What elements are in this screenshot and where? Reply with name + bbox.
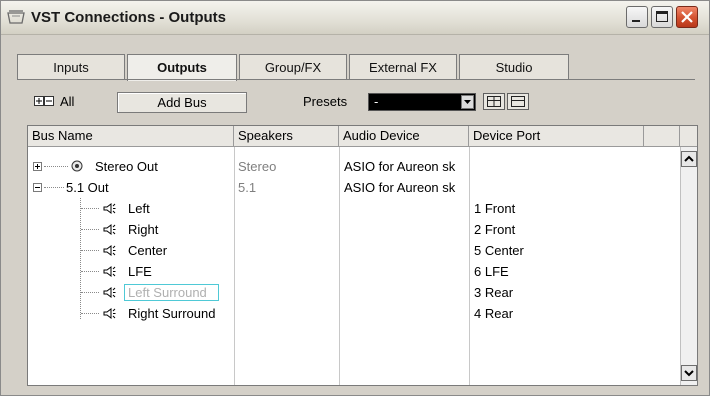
close-button[interactable]: [676, 6, 698, 28]
speaker-icon: [103, 308, 116, 319]
table-row[interactable]: Stereo Out Stereo ASIO for Aureon sk: [28, 156, 678, 177]
add-bus-button[interactable]: Add Bus: [117, 92, 247, 113]
title-bar[interactable]: VST Connections - Outputs: [1, 1, 709, 35]
speaker-icon: [103, 203, 116, 214]
device-port-value[interactable]: 3 Rear: [474, 282, 644, 303]
tab-bar: Inputs Outputs Group/FX External FX Stud…: [17, 54, 587, 81]
maximize-button[interactable]: [651, 6, 673, 28]
column-header-device-port[interactable]: Device Port: [469, 126, 644, 147]
store-preset-icon: [487, 96, 501, 107]
device-port-value[interactable]: 4 Rear: [474, 303, 644, 324]
globe-bus-icon: [71, 160, 83, 172]
tree-connector: [44, 166, 68, 167]
table-row-selected[interactable]: Left Surround 3 Rear: [28, 282, 678, 303]
arrow-up-icon[interactable]: [681, 151, 697, 167]
tree-connector: [44, 187, 64, 188]
collapse-icon[interactable]: [33, 183, 42, 192]
table-row[interactable]: Right 2 Front: [28, 219, 678, 240]
channel-name: Right: [128, 222, 159, 237]
tree-connector: [81, 292, 99, 293]
tab-group-fx[interactable]: Group/FX: [239, 54, 347, 80]
tree-connector: [81, 208, 99, 209]
device-port-value[interactable]: 6 LFE: [474, 261, 644, 282]
channel-name: Center: [128, 243, 168, 258]
speaker-icon: [103, 245, 116, 256]
channel-name: Right Surround: [128, 306, 216, 321]
presets-value: -: [374, 95, 379, 109]
channel-name: Left: [128, 201, 150, 216]
table-header: Bus Name Speakers Audio Device Device Po…: [28, 126, 697, 147]
device-port-value[interactable]: 5 Center: [474, 240, 644, 261]
vertical-scrollbar[interactable]: [680, 147, 697, 385]
speaker-window-icon: [7, 10, 25, 24]
device-port-value[interactable]: [474, 156, 644, 177]
table-row[interactable]: Left 1 Front: [28, 198, 678, 219]
device-port-value[interactable]: 1 Front: [474, 198, 644, 219]
store-preset-button[interactable]: [483, 93, 505, 110]
vst-connections-window: VST Connections - Outputs Inputs Outputs…: [0, 0, 710, 396]
presets-dropdown[interactable]: -: [368, 93, 476, 111]
column-header-bus-name[interactable]: Bus Name: [28, 126, 234, 147]
table-row[interactable]: Right Surround 4 Rear: [28, 303, 678, 324]
speakers-value: 5.1: [238, 180, 257, 195]
column-header-spare: [644, 126, 680, 147]
channel-name: LFE: [128, 264, 152, 279]
chevron-down-icon[interactable]: [461, 95, 474, 109]
tab-studio[interactable]: Studio: [459, 54, 569, 80]
remove-preset-icon: [511, 96, 525, 107]
table-row[interactable]: Center 5 Center: [28, 240, 678, 261]
speakers-value: Stereo: [238, 159, 277, 174]
speaker-icon: [103, 224, 116, 235]
channel-name[interactable]: Left Surround: [128, 282, 218, 303]
audio-device-value[interactable]: ASIO for Aureon sk: [344, 177, 469, 198]
device-port-value[interactable]: 2 Front: [474, 219, 644, 240]
window-title: VST Connections - Outputs: [31, 9, 226, 26]
bus-table: Bus Name Speakers Audio Device Device Po…: [27, 125, 698, 386]
remove-preset-button[interactable]: [507, 93, 529, 110]
maximize-icon: [656, 11, 668, 22]
speaker-icon: [103, 287, 116, 298]
tree-connector: [81, 271, 99, 272]
all-label[interactable]: All: [60, 94, 74, 109]
device-port-value[interactable]: [474, 177, 644, 198]
column-header-speakers[interactable]: Speakers: [234, 126, 339, 147]
column-header-audio-device[interactable]: Audio Device: [339, 126, 469, 147]
bus-name: Stereo Out: [95, 159, 158, 174]
bus-name: 5.1 Out: [66, 180, 109, 195]
tab-external-fx[interactable]: External FX: [349, 54, 457, 80]
audio-device-value[interactable]: ASIO for Aureon sk: [344, 156, 469, 177]
tree-connector: [81, 229, 99, 230]
tab-inputs[interactable]: Inputs: [17, 54, 125, 80]
table-row[interactable]: LFE 6 LFE: [28, 261, 678, 282]
tree-connector: [81, 250, 99, 251]
tree-connector: [81, 313, 99, 314]
presets-label: Presets: [303, 94, 348, 109]
close-icon: [681, 11, 693, 23]
minimize-icon: [632, 20, 640, 22]
tab-outputs[interactable]: Outputs: [127, 54, 237, 81]
expand-collapse-all-icon[interactable]: [34, 96, 54, 107]
table-row[interactable]: 5.1 Out 5.1 ASIO for Aureon sk: [28, 177, 678, 198]
tab-divider: [17, 79, 695, 80]
speaker-icon: [103, 266, 116, 277]
arrow-down-icon[interactable]: [681, 365, 697, 381]
expand-icon[interactable]: [33, 162, 42, 171]
minimize-button[interactable]: [626, 6, 648, 28]
